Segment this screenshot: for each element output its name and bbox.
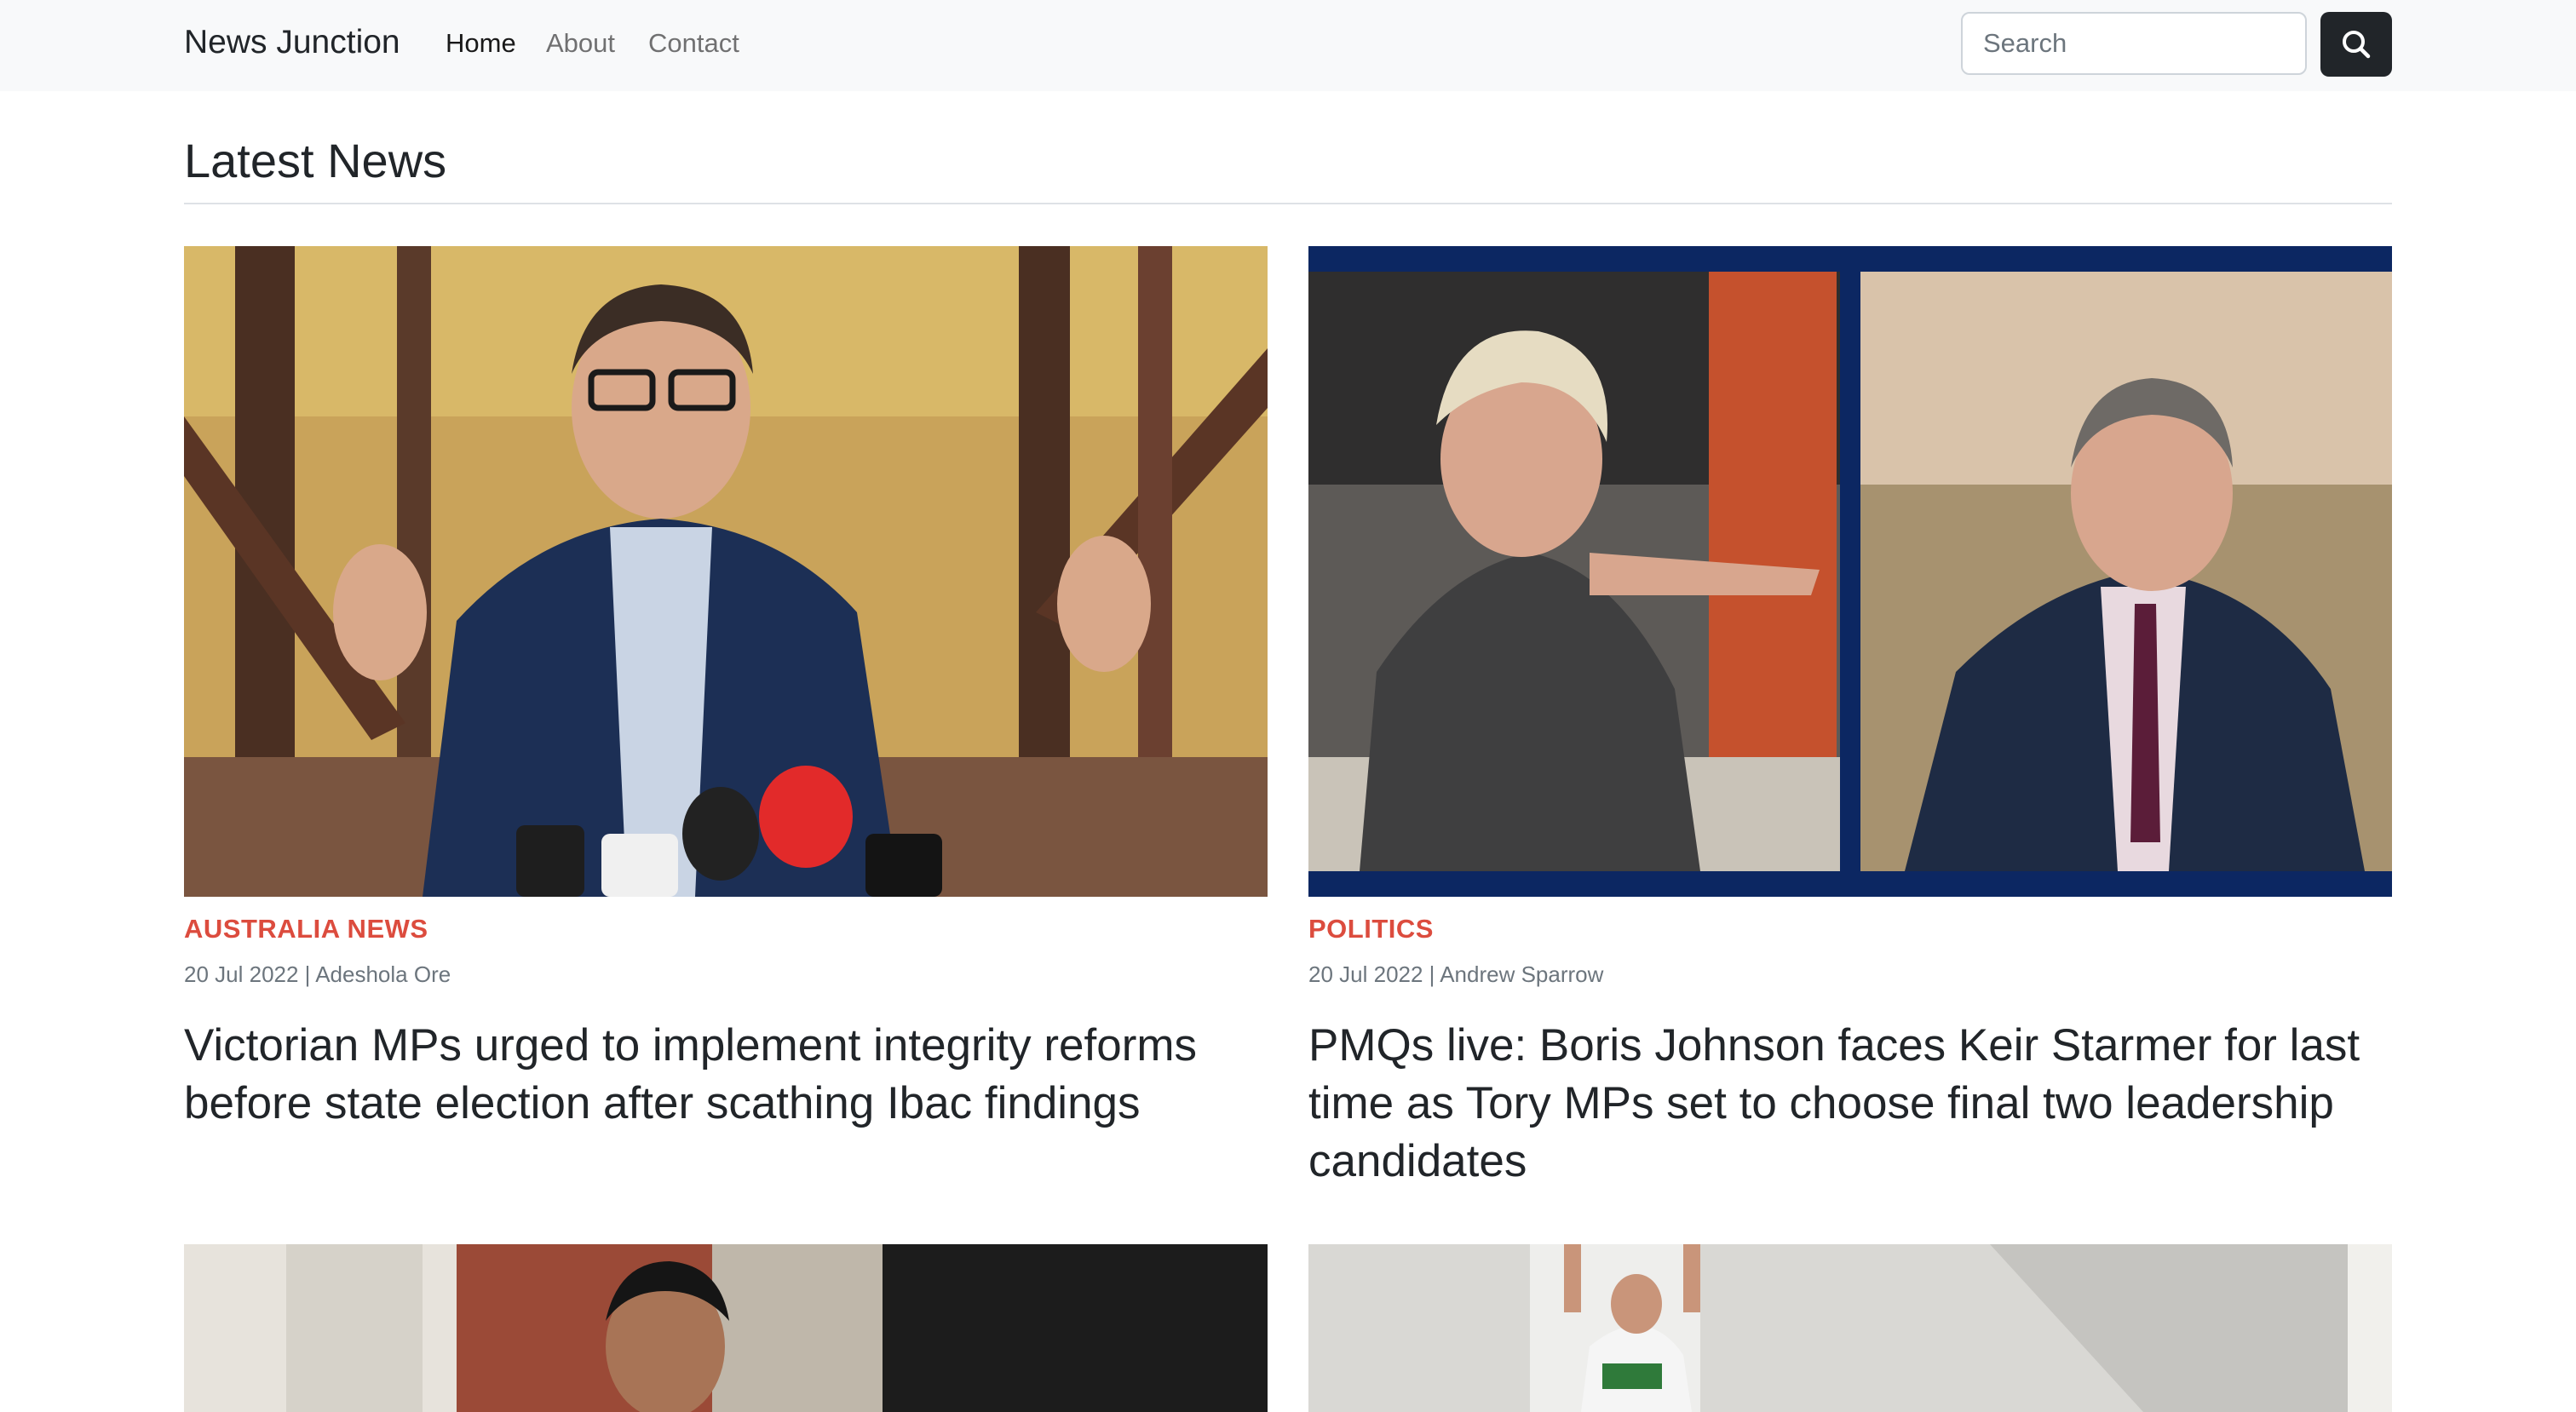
article-image[interactable] bbox=[1308, 1244, 2392, 1412]
street-photo bbox=[184, 1244, 1268, 1412]
balcony-photo bbox=[1308, 1244, 2392, 1412]
article-category[interactable]: POLITICS bbox=[1308, 914, 1434, 944]
nav-link-home[interactable]: Home bbox=[446, 28, 516, 59]
article-image[interactable] bbox=[184, 1244, 1268, 1412]
article-meta: 20 Jul 2022 | Andrew Sparrow bbox=[1308, 961, 1604, 987]
search-icon bbox=[2343, 31, 2371, 59]
title-divider bbox=[184, 203, 2392, 204]
site-brand[interactable]: News Junction bbox=[184, 24, 400, 61]
press-conference-photo bbox=[184, 246, 1268, 897]
article-title[interactable]: PMQs live: Boris Johnson faces Keir Star… bbox=[1308, 1017, 2392, 1191]
article-meta: 20 Jul 2022 | Adeshola Ore bbox=[184, 961, 451, 987]
parliament-split-photo bbox=[1308, 246, 2392, 897]
nav-link-about[interactable]: About bbox=[546, 28, 615, 59]
article-card[interactable] bbox=[1308, 246, 2392, 897]
article-image[interactable] bbox=[184, 246, 1268, 897]
nav-link-contact[interactable]: Contact bbox=[648, 28, 739, 59]
article-card[interactable] bbox=[184, 246, 1268, 897]
top-navbar: News Junction Home About Contact bbox=[0, 0, 2576, 91]
article-title[interactable]: Victorian MPs urged to implement integri… bbox=[184, 1017, 1268, 1133]
page-title: Latest News bbox=[184, 134, 447, 187]
article-image[interactable] bbox=[1308, 246, 2392, 897]
search-button[interactable] bbox=[2320, 12, 2392, 77]
article-category[interactable]: AUSTRALIA NEWS bbox=[184, 914, 428, 944]
search-input[interactable] bbox=[1961, 12, 2307, 75]
